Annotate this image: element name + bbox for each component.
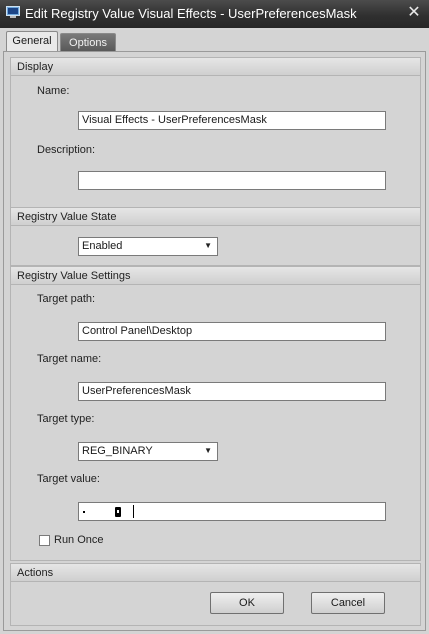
description-field[interactable] xyxy=(78,171,386,190)
target-path-field[interactable]: Control Panel\Desktop xyxy=(78,322,386,341)
close-icon[interactable]: ✕ xyxy=(405,4,423,22)
text-cursor xyxy=(133,505,134,518)
cancel-button[interactable]: Cancel xyxy=(311,592,385,614)
chevron-down-icon: ▼ xyxy=(204,446,212,455)
tab-options[interactable]: Options xyxy=(60,33,116,53)
binary-glyph xyxy=(83,511,85,513)
run-once-checkbox[interactable] xyxy=(39,535,50,546)
registry-editor-icon xyxy=(6,6,20,18)
target-type-label: Target type: xyxy=(37,413,95,425)
registry-value-state-group: Registry Value State Enabled ▼ xyxy=(10,207,421,266)
target-name-field[interactable]: UserPreferencesMask xyxy=(78,382,386,401)
title-bar[interactable]: Edit Registry Value Visual Effects - Use… xyxy=(0,0,429,28)
registry-value-settings-group: Registry Value Settings Target path: Con… xyxy=(10,266,421,561)
dialog-window: Edit Registry Value Visual Effects - Use… xyxy=(0,0,429,634)
target-value-field[interactable] xyxy=(78,502,386,521)
state-group-header: Registry Value State xyxy=(11,208,420,226)
general-tab-panel: Display Name: Visual Effects - UserPrefe… xyxy=(3,51,426,631)
target-type-dropdown-value: REG_BINARY xyxy=(82,445,153,457)
target-path-label: Target path: xyxy=(37,293,96,305)
state-dropdown[interactable]: Enabled ▼ xyxy=(78,237,218,256)
name-label: Name: xyxy=(37,85,70,97)
description-label: Description: xyxy=(37,144,96,156)
run-once-label: Run Once xyxy=(54,534,104,546)
window-title: Edit Registry Value Visual Effects - Use… xyxy=(25,6,357,21)
ok-button[interactable]: OK xyxy=(210,592,284,614)
display-group: Display Name: Visual Effects - UserPrefe… xyxy=(10,57,421,208)
target-value-label: Target value: xyxy=(37,473,100,485)
target-type-dropdown[interactable]: REG_BINARY ▼ xyxy=(78,442,218,461)
dialog-body: General Options Display Name: Visual Eff… xyxy=(0,28,429,634)
chevron-down-icon: ▼ xyxy=(204,241,212,250)
binary-glyph-inner xyxy=(117,510,119,513)
settings-group-header: Registry Value Settings xyxy=(11,267,420,285)
actions-group-header: Actions xyxy=(11,564,420,582)
state-dropdown-value: Enabled xyxy=(82,240,123,252)
actions-group: Actions OK Cancel xyxy=(10,563,421,626)
tab-general[interactable]: General xyxy=(6,31,58,53)
name-field[interactable]: Visual Effects - UserPreferencesMask xyxy=(78,111,386,130)
display-group-header: Display xyxy=(11,58,420,76)
target-name-label: Target name: xyxy=(37,353,102,365)
